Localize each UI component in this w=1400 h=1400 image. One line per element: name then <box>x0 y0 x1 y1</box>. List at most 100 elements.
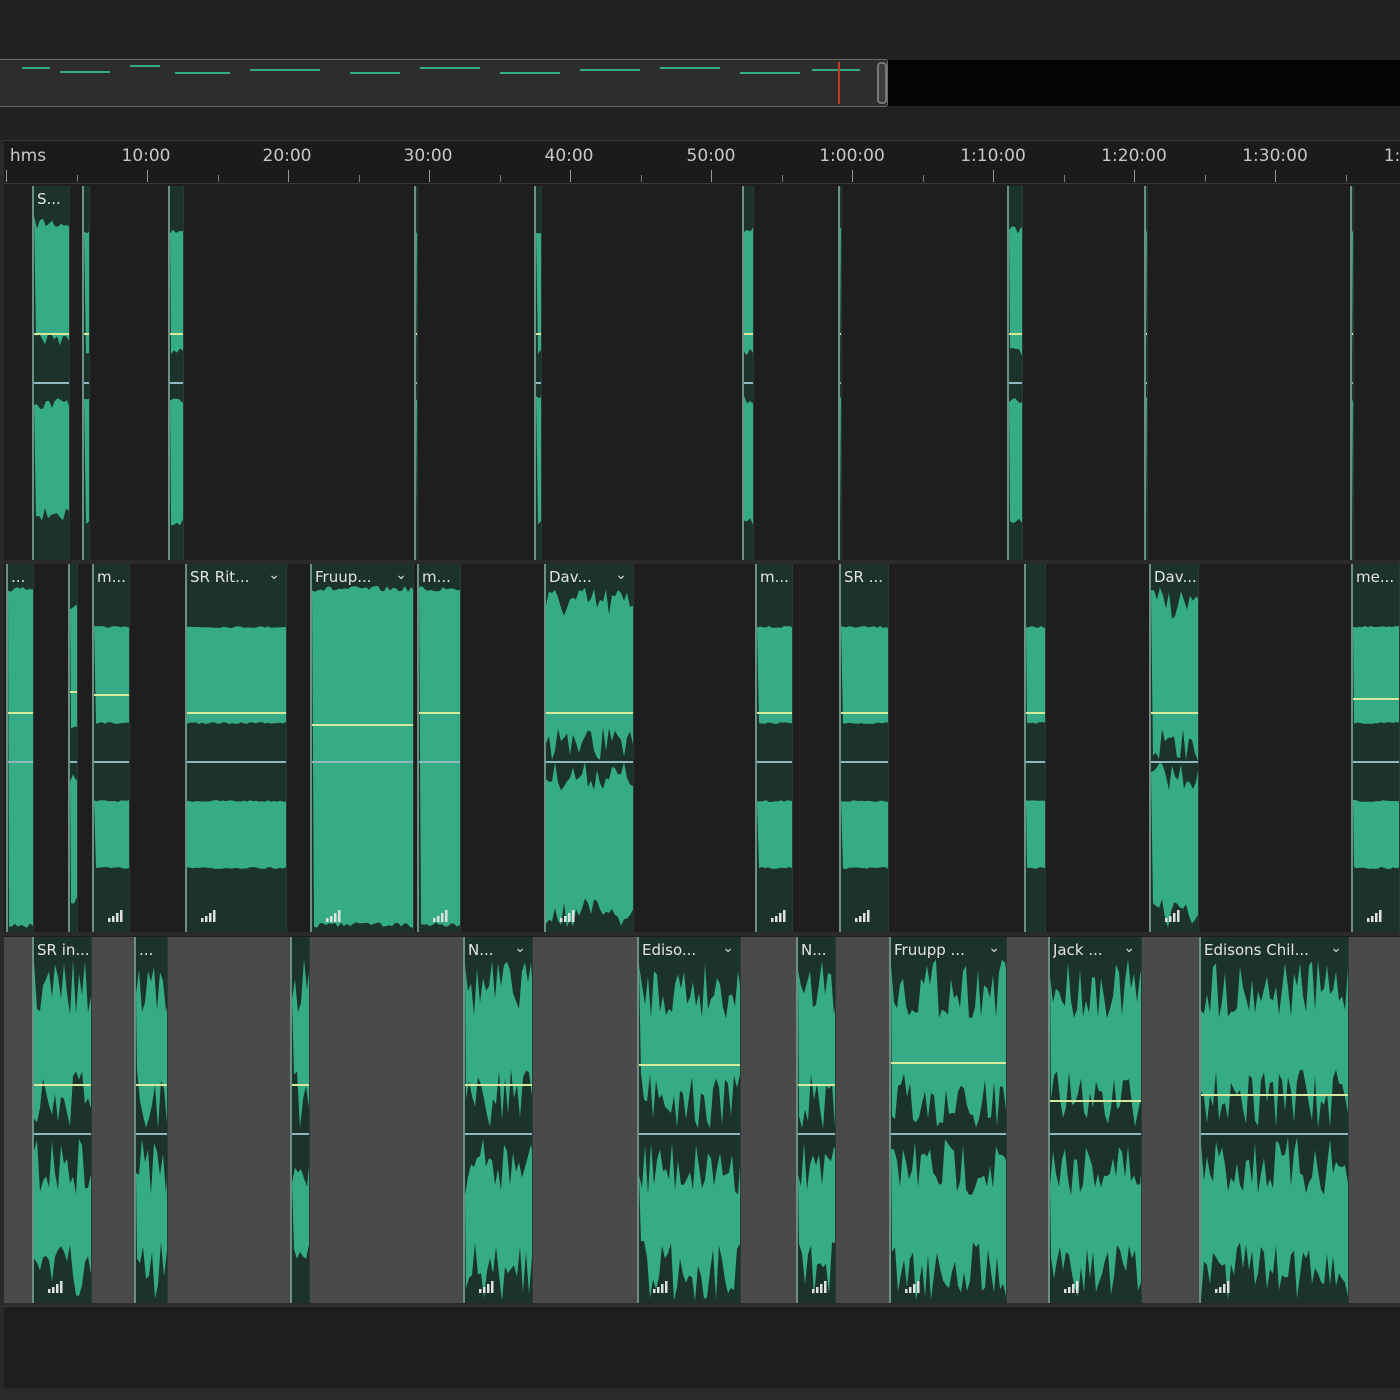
chevron-down-icon[interactable]: ⌄ <box>1330 940 1342 956</box>
volume-envelope[interactable] <box>1353 698 1399 700</box>
volume-envelope[interactable] <box>419 712 460 714</box>
volume-envelope[interactable] <box>891 1062 1006 1064</box>
pan-envelope[interactable] <box>536 382 541 384</box>
clip-gain-meter-icon[interactable] <box>1064 1281 1080 1293</box>
pan-envelope[interactable] <box>757 761 792 763</box>
pan-envelope[interactable] <box>639 1133 740 1135</box>
pan-envelope[interactable] <box>546 761 633 763</box>
pan-envelope[interactable] <box>8 761 33 763</box>
volume-envelope[interactable] <box>136 1084 167 1086</box>
volume-envelope[interactable] <box>639 1064 740 1066</box>
chevron-down-icon[interactable]: ⌄ <box>395 567 407 583</box>
volume-envelope[interactable] <box>536 333 541 335</box>
pan-envelope[interactable] <box>1201 1133 1348 1135</box>
pan-envelope[interactable] <box>170 382 183 384</box>
pan-envelope[interactable] <box>136 1133 167 1135</box>
audio-clip[interactable]: m... <box>92 564 130 932</box>
chevron-down-icon[interactable]: ⌄ <box>722 940 734 956</box>
audio-clip[interactable] <box>290 937 310 1303</box>
volume-envelope[interactable] <box>744 333 753 335</box>
chevron-down-icon[interactable]: ⌄ <box>268 567 280 583</box>
volume-envelope[interactable] <box>465 1084 532 1086</box>
volume-envelope[interactable] <box>1352 333 1353 335</box>
audio-clip[interactable]: SR in... <box>32 937 92 1303</box>
pan-envelope[interactable] <box>1009 382 1022 384</box>
volume-envelope[interactable] <box>170 333 183 335</box>
clip-gain-meter-icon[interactable] <box>1165 910 1181 922</box>
audio-clip[interactable]: S... <box>32 186 70 560</box>
audio-clip[interactable] <box>68 564 78 932</box>
pan-envelope[interactable] <box>841 761 888 763</box>
volume-envelope[interactable] <box>1009 333 1022 335</box>
audio-clip[interactable] <box>168 186 184 560</box>
pan-envelope[interactable] <box>94 761 129 763</box>
audio-clip[interactable]: Edisons Chil... ⌄ <box>1199 937 1349 1303</box>
pan-envelope[interactable] <box>1026 761 1045 763</box>
audio-clip[interactable]: Jack ... ⌄ <box>1048 937 1142 1303</box>
audio-clip[interactable]: me... <box>1351 564 1400 932</box>
clip-gain-meter-icon[interactable] <box>479 1281 495 1293</box>
audio-clip[interactable] <box>838 186 842 560</box>
clip-gain-meter-icon[interactable] <box>812 1281 828 1293</box>
audio-clip[interactable] <box>534 186 542 560</box>
audio-clip[interactable]: Fruupp ... ⌄ <box>889 937 1007 1303</box>
audio-clip[interactable]: N... <box>796 937 836 1303</box>
pan-envelope[interactable] <box>465 1133 532 1135</box>
volume-envelope[interactable] <box>840 333 841 335</box>
pan-envelope[interactable] <box>1050 1133 1141 1135</box>
volume-envelope[interactable] <box>1026 712 1045 714</box>
volume-envelope[interactable] <box>8 712 33 714</box>
pan-envelope[interactable] <box>84 382 89 384</box>
pan-envelope[interactable] <box>34 1133 91 1135</box>
clip-gain-meter-icon[interactable] <box>771 910 787 922</box>
audio-clip[interactable] <box>1007 186 1023 560</box>
empty-track-area[interactable] <box>4 1306 1400 1387</box>
volume-envelope[interactable] <box>292 1084 309 1086</box>
clip-gain-meter-icon[interactable] <box>48 1281 64 1293</box>
pan-envelope[interactable] <box>416 382 417 384</box>
chevron-down-icon[interactable]: ⌄ <box>514 940 526 956</box>
pan-envelope[interactable] <box>419 761 460 763</box>
chevron-down-icon[interactable]: ⌄ <box>988 940 1000 956</box>
track-1[interactable]: S... <box>4 186 1400 560</box>
overview-visible-range[interactable] <box>0 59 888 107</box>
clip-gain-meter-icon[interactable] <box>1367 910 1383 922</box>
audio-clip[interactable] <box>414 186 418 560</box>
volume-envelope[interactable] <box>546 712 633 714</box>
audio-clip[interactable]: SR Rit... ⌄ <box>185 564 287 932</box>
audio-clip[interactable]: ... <box>6 564 34 932</box>
volume-envelope[interactable] <box>1050 1100 1141 1102</box>
volume-envelope[interactable] <box>798 1084 835 1086</box>
audio-clip[interactable]: Dav... ⌄ <box>544 564 634 932</box>
clip-gain-meter-icon[interactable] <box>1215 1281 1231 1293</box>
pan-envelope[interactable] <box>34 382 69 384</box>
clip-gain-meter-icon[interactable] <box>433 910 449 922</box>
pan-envelope[interactable] <box>798 1133 835 1135</box>
clip-gain-meter-icon[interactable] <box>201 910 217 922</box>
clip-gain-meter-icon[interactable] <box>905 1281 921 1293</box>
chevron-down-icon[interactable]: ⌄ <box>1123 940 1135 956</box>
volume-envelope[interactable] <box>84 333 89 335</box>
track-3[interactable]: SR in...... N... ⌄ Ediso... ⌄ N... Fruupp ... ⌄… <box>4 937 1400 1303</box>
volume-envelope[interactable] <box>94 694 129 696</box>
audio-clip[interactable] <box>1144 186 1148 560</box>
audio-clip[interactable]: Fruup... ⌄ <box>310 564 414 932</box>
audio-clip[interactable] <box>82 186 90 560</box>
pan-envelope[interactable] <box>312 761 413 763</box>
audio-clip[interactable]: Dav... <box>1149 564 1199 932</box>
clip-gain-meter-icon[interactable] <box>855 910 871 922</box>
audio-clip[interactable]: SR ... <box>839 564 889 932</box>
pan-envelope[interactable] <box>1151 761 1198 763</box>
pan-envelope[interactable] <box>744 382 753 384</box>
pan-envelope[interactable] <box>187 761 286 763</box>
volume-envelope[interactable] <box>34 333 69 335</box>
pan-envelope[interactable] <box>891 1133 1006 1135</box>
volume-envelope[interactable] <box>416 333 417 335</box>
clip-gain-meter-icon[interactable] <box>108 910 124 922</box>
track-divider[interactable] <box>0 932 1400 936</box>
volume-envelope[interactable] <box>1201 1094 1348 1096</box>
audio-clip[interactable]: ... <box>134 937 168 1303</box>
volume-envelope[interactable] <box>312 724 413 726</box>
pan-envelope[interactable] <box>840 382 841 384</box>
horizontal-scrollbar[interactable] <box>0 1388 1400 1400</box>
